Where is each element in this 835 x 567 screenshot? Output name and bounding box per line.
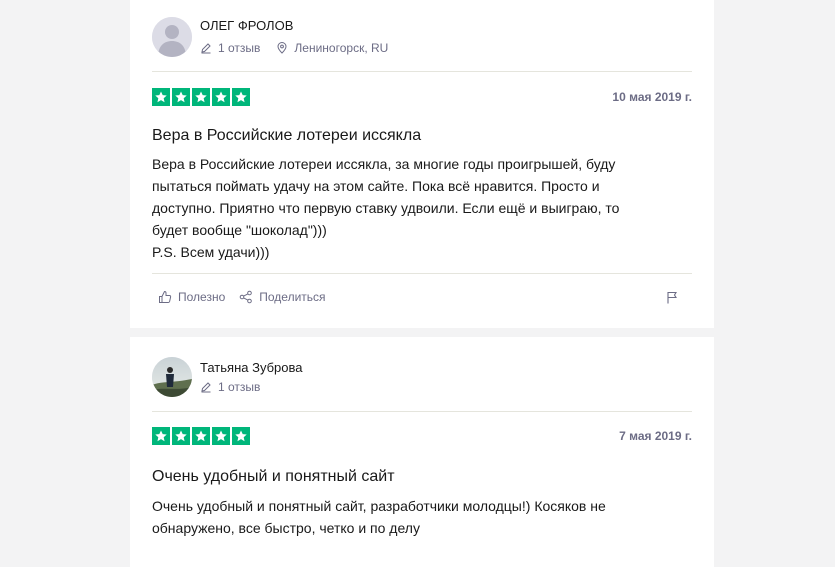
star-icon bbox=[232, 427, 250, 445]
review-card: Татьяна Зуброва 1 отзыв 7 мая 2019 г. Оч… bbox=[130, 337, 714, 567]
useful-button[interactable]: Полезно bbox=[158, 290, 225, 304]
star-icon bbox=[212, 88, 230, 106]
review-count: 1 отзыв bbox=[218, 41, 261, 55]
star-icon bbox=[192, 88, 210, 106]
reviewer-meta: 1 отзыв bbox=[200, 380, 260, 394]
reviewer-location: Лениногорск, RU bbox=[294, 41, 389, 55]
location-pin-icon bbox=[276, 42, 288, 54]
star-icon bbox=[172, 427, 190, 445]
reviewer-name[interactable]: Татьяна Зуброва bbox=[200, 360, 302, 375]
reviewer-meta: 1 отзыв Лениногорск, RU bbox=[200, 41, 388, 55]
review-actions: Полезно Поделиться bbox=[158, 290, 678, 304]
share-label: Поделиться bbox=[259, 290, 326, 304]
review-card: ОЛЕГ ФРОЛОВ 1 отзыв Лениногорск, RU 10 м… bbox=[130, 0, 714, 328]
pencil-icon bbox=[200, 42, 212, 54]
review-title[interactable]: Вера в Российские лотереи иссякла bbox=[152, 127, 692, 145]
star-icon bbox=[192, 427, 210, 445]
star-icon bbox=[232, 88, 250, 106]
review-title[interactable]: Очень удобный и понятный сайт bbox=[152, 468, 692, 486]
review-body: Вера в Российские лотереи иссякла, за мн… bbox=[152, 156, 620, 260]
share-button[interactable]: Поделиться bbox=[239, 290, 326, 304]
thumbs-up-icon bbox=[159, 290, 172, 303]
avatar[interactable] bbox=[152, 357, 192, 397]
star-rating bbox=[152, 427, 250, 445]
avatar-placeholder[interactable] bbox=[152, 17, 192, 57]
divider bbox=[152, 411, 692, 412]
report-flag-button[interactable] bbox=[666, 291, 678, 304]
star-icon bbox=[152, 427, 170, 445]
divider bbox=[152, 273, 692, 274]
star-icon bbox=[152, 88, 170, 106]
reviewer-name[interactable]: ОЛЕГ ФРОЛОВ bbox=[200, 18, 293, 33]
divider bbox=[152, 71, 692, 72]
review-date: 10 мая 2019 г. bbox=[612, 90, 692, 104]
useful-label: Полезно bbox=[178, 290, 226, 304]
user-photo-icon bbox=[152, 357, 192, 397]
star-rating bbox=[152, 88, 250, 106]
user-silhouette-icon bbox=[152, 17, 192, 57]
share-icon bbox=[239, 290, 253, 304]
review-count: 1 отзыв bbox=[218, 380, 261, 394]
star-icon bbox=[172, 88, 190, 106]
flag-icon bbox=[667, 291, 677, 303]
review-body: Очень удобный и понятный сайт, разработч… bbox=[152, 498, 606, 536]
review-date: 7 мая 2019 г. bbox=[619, 429, 692, 443]
pencil-icon bbox=[200, 381, 212, 393]
star-icon bbox=[212, 427, 230, 445]
